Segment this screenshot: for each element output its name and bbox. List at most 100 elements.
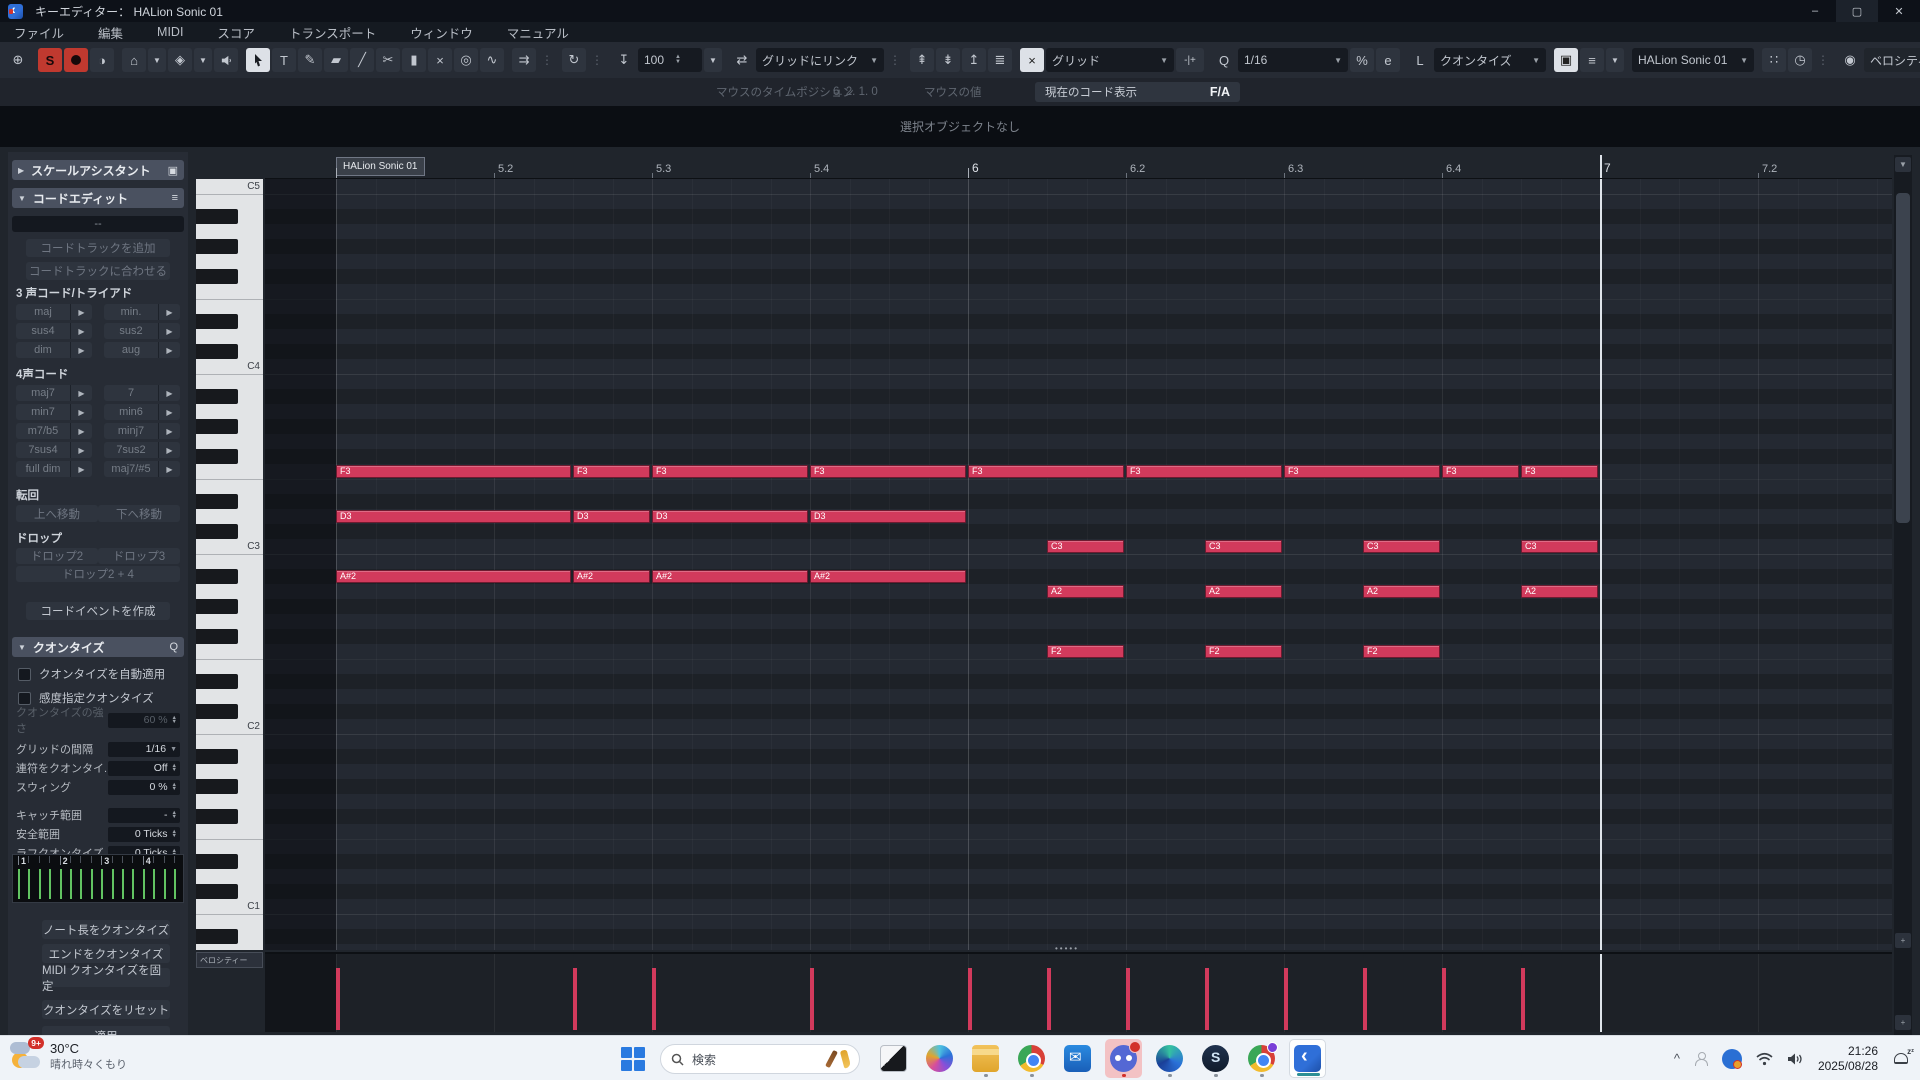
black-key[interactable] [196, 269, 238, 284]
nudge-button-3[interactable]: ≣ [988, 48, 1012, 72]
quantize-preset-dropdown[interactable]: 1/16 ▼ [1238, 48, 1348, 72]
file-explorer-app[interactable] [967, 1039, 1004, 1078]
controller-lane-selector[interactable]: ベロシティー [1864, 48, 1920, 72]
midi-note-F3[interactable]: F3 [968, 465, 1124, 478]
apply-arrow-icon[interactable]: ▶ [70, 323, 92, 339]
hidden-icons-caret[interactable]: ^ [1674, 1051, 1680, 1066]
black-key[interactable] [196, 929, 238, 944]
nudge-button-2[interactable]: ↥ [962, 48, 986, 72]
four-note-button-maj7/#5[interactable]: maj7/#5▶ [104, 461, 180, 477]
grid-adjust-button[interactable]: -|+ [1176, 48, 1204, 72]
midi-note-F3[interactable]: F3 [1284, 465, 1440, 478]
midi-note-A2[interactable]: A2 [1047, 585, 1124, 598]
stepper-arrows-icon[interactable]: ▲▼ [172, 783, 177, 792]
velocity-bar[interactable] [1126, 968, 1130, 1030]
steam-app[interactable] [1197, 1039, 1234, 1078]
velocity-bar[interactable] [1205, 968, 1209, 1030]
sidebar-bottom-button-1[interactable]: エンドをクオンタイズ [42, 944, 170, 963]
sidebar-bottom-button-4[interactable]: 適用 [42, 1026, 170, 1035]
quantize-row-value[interactable]: Off▲▼ [108, 761, 180, 776]
widget-window-app[interactable] [875, 1039, 912, 1078]
velocity-bar[interactable] [968, 968, 972, 1030]
timeline-ruler[interactable]: HALion Sonic 015.25.35.466.26.36.477.2 [265, 155, 1892, 179]
clock-widget[interactable]: 21:26 2025/08/28 [1818, 1044, 1878, 1074]
black-key[interactable] [196, 449, 238, 464]
black-key[interactable] [196, 494, 238, 509]
grid-type-dropdown[interactable]: グリッド ▼ [1046, 48, 1174, 72]
mail-app[interactable] [1059, 1039, 1096, 1078]
black-key[interactable] [196, 569, 238, 584]
chrome-app[interactable] [1013, 1039, 1050, 1078]
black-key[interactable] [196, 629, 238, 644]
sidebar-bottom-button-3[interactable]: クオンタイズをリセット [42, 1000, 170, 1019]
maximize-button[interactable]: ▢ [1836, 0, 1878, 22]
note-grid[interactable]: F3F3F3F3F3F3F3F3F3D3D3D3D3A#2A#2A#2A#2C3… [265, 179, 1892, 950]
four-note-button-minj7[interactable]: minj7▶ [104, 423, 180, 439]
apply-arrow-icon[interactable]: ▶ [158, 404, 180, 420]
independence-dropdown[interactable]: ▼ [194, 48, 212, 72]
match-chord-track-button[interactable]: コードトラックに合わせる [26, 262, 170, 280]
menu-item-6[interactable]: マニュアル [507, 23, 569, 42]
midi-note-A#2[interactable]: A#2 [652, 570, 808, 583]
object-selection-tool[interactable] [246, 48, 270, 72]
cubase-app[interactable] [1289, 1039, 1326, 1078]
inversion-button-1[interactable]: 下へ移動 [98, 505, 180, 522]
black-key[interactable] [196, 344, 238, 359]
triad-button-maj[interactable]: maj▶ [16, 304, 92, 320]
triad-button-sus2[interactable]: sus2▶ [104, 323, 180, 339]
snap-on-off-button[interactable]: × [1020, 48, 1044, 72]
draw-tool[interactable]: ✎ [298, 48, 322, 72]
chord-edit-header[interactable]: ▼コードエディット≡ [12, 188, 184, 208]
drop-2-4-button[interactable]: ドロップ2 + 4 [16, 566, 180, 582]
black-key[interactable] [196, 674, 238, 689]
apply-arrow-icon[interactable]: ▶ [70, 385, 92, 401]
quantize-row-value[interactable]: -▲▼ [108, 808, 180, 823]
apply-arrow-icon[interactable]: ▶ [70, 342, 92, 358]
glue-tool[interactable]: ▮ [402, 48, 426, 72]
chevron-down-icon[interactable]: ▼ [170, 746, 177, 753]
triad-button-aug[interactable]: aug▶ [104, 342, 180, 358]
menu-item-4[interactable]: トランスポート [289, 23, 376, 42]
scale-assistant-header[interactable]: ▶スケールアシスタント▣ [12, 160, 184, 180]
acoustic-feedback-button[interactable]: ◑ [90, 48, 114, 72]
midi-note-A#2[interactable]: A#2 [336, 570, 571, 583]
midi-note-A2[interactable]: A2 [1363, 585, 1440, 598]
scrollbar-thumb[interactable] [1896, 193, 1910, 523]
stepper-arrows-icon[interactable]: ▲▼ [172, 716, 177, 725]
vertical-scrollbar[interactable]: ▼ + + [1894, 155, 1912, 1035]
black-key[interactable] [196, 884, 238, 899]
triad-button-min.[interactable]: min.▶ [104, 304, 180, 320]
grid-overlay-button[interactable]: ∷ [1762, 48, 1786, 72]
setup-toolbar-button[interactable]: ⊕ [6, 48, 30, 72]
add-chord-track-button[interactable]: コードトラックを追加 [26, 239, 170, 257]
black-key[interactable] [196, 239, 238, 254]
menu-item-3[interactable]: スコア [217, 23, 255, 42]
apply-arrow-icon[interactable]: ▶ [158, 442, 180, 458]
create-chord-event-button[interactable]: コードイベントを作成 [26, 602, 170, 620]
menu-item-1[interactable]: 編集 [98, 23, 123, 42]
apply-arrow-icon[interactable]: ▶ [158, 423, 180, 439]
velocity-bar[interactable] [810, 968, 814, 1030]
chord-field[interactable]: -- [12, 216, 184, 232]
trim-tool[interactable]: T [272, 48, 296, 72]
independence-button[interactable]: ◈ [168, 48, 192, 72]
midi-note-F3[interactable]: F3 [810, 465, 966, 478]
apply-arrow-icon[interactable]: ▶ [158, 304, 180, 320]
midi-note-C3[interactable]: C3 [1521, 540, 1598, 553]
midi-note-D3[interactable]: D3 [336, 510, 571, 523]
scroll-down-button[interactable]: ▼ [1895, 157, 1911, 172]
quantize-row-value[interactable]: 1/16▼ [108, 742, 180, 757]
stepper-arrows-icon[interactable]: ▲▼ [172, 764, 177, 773]
playhead-cursor[interactable] [1600, 155, 1602, 178]
mute-tool[interactable]: × [428, 48, 452, 72]
apply-arrow-icon[interactable]: ▶ [70, 423, 92, 439]
midi-note-A#2[interactable]: A#2 [573, 570, 650, 583]
midi-note-A2[interactable]: A2 [1521, 585, 1598, 598]
velocity-bar[interactable] [573, 968, 577, 1030]
four-note-button-7[interactable]: 7▶ [104, 385, 180, 401]
auto-apply-checkbox[interactable]: クオンタイズを自動適用 [18, 666, 165, 682]
midi-note-F3[interactable]: F3 [1442, 465, 1519, 478]
pointer-mode-dropdown[interactable]: ▼ [148, 48, 166, 72]
four-note-button-m7/b5[interactable]: m7/b5▶ [16, 423, 92, 439]
midi-note-F3[interactable]: F3 [1521, 465, 1598, 478]
